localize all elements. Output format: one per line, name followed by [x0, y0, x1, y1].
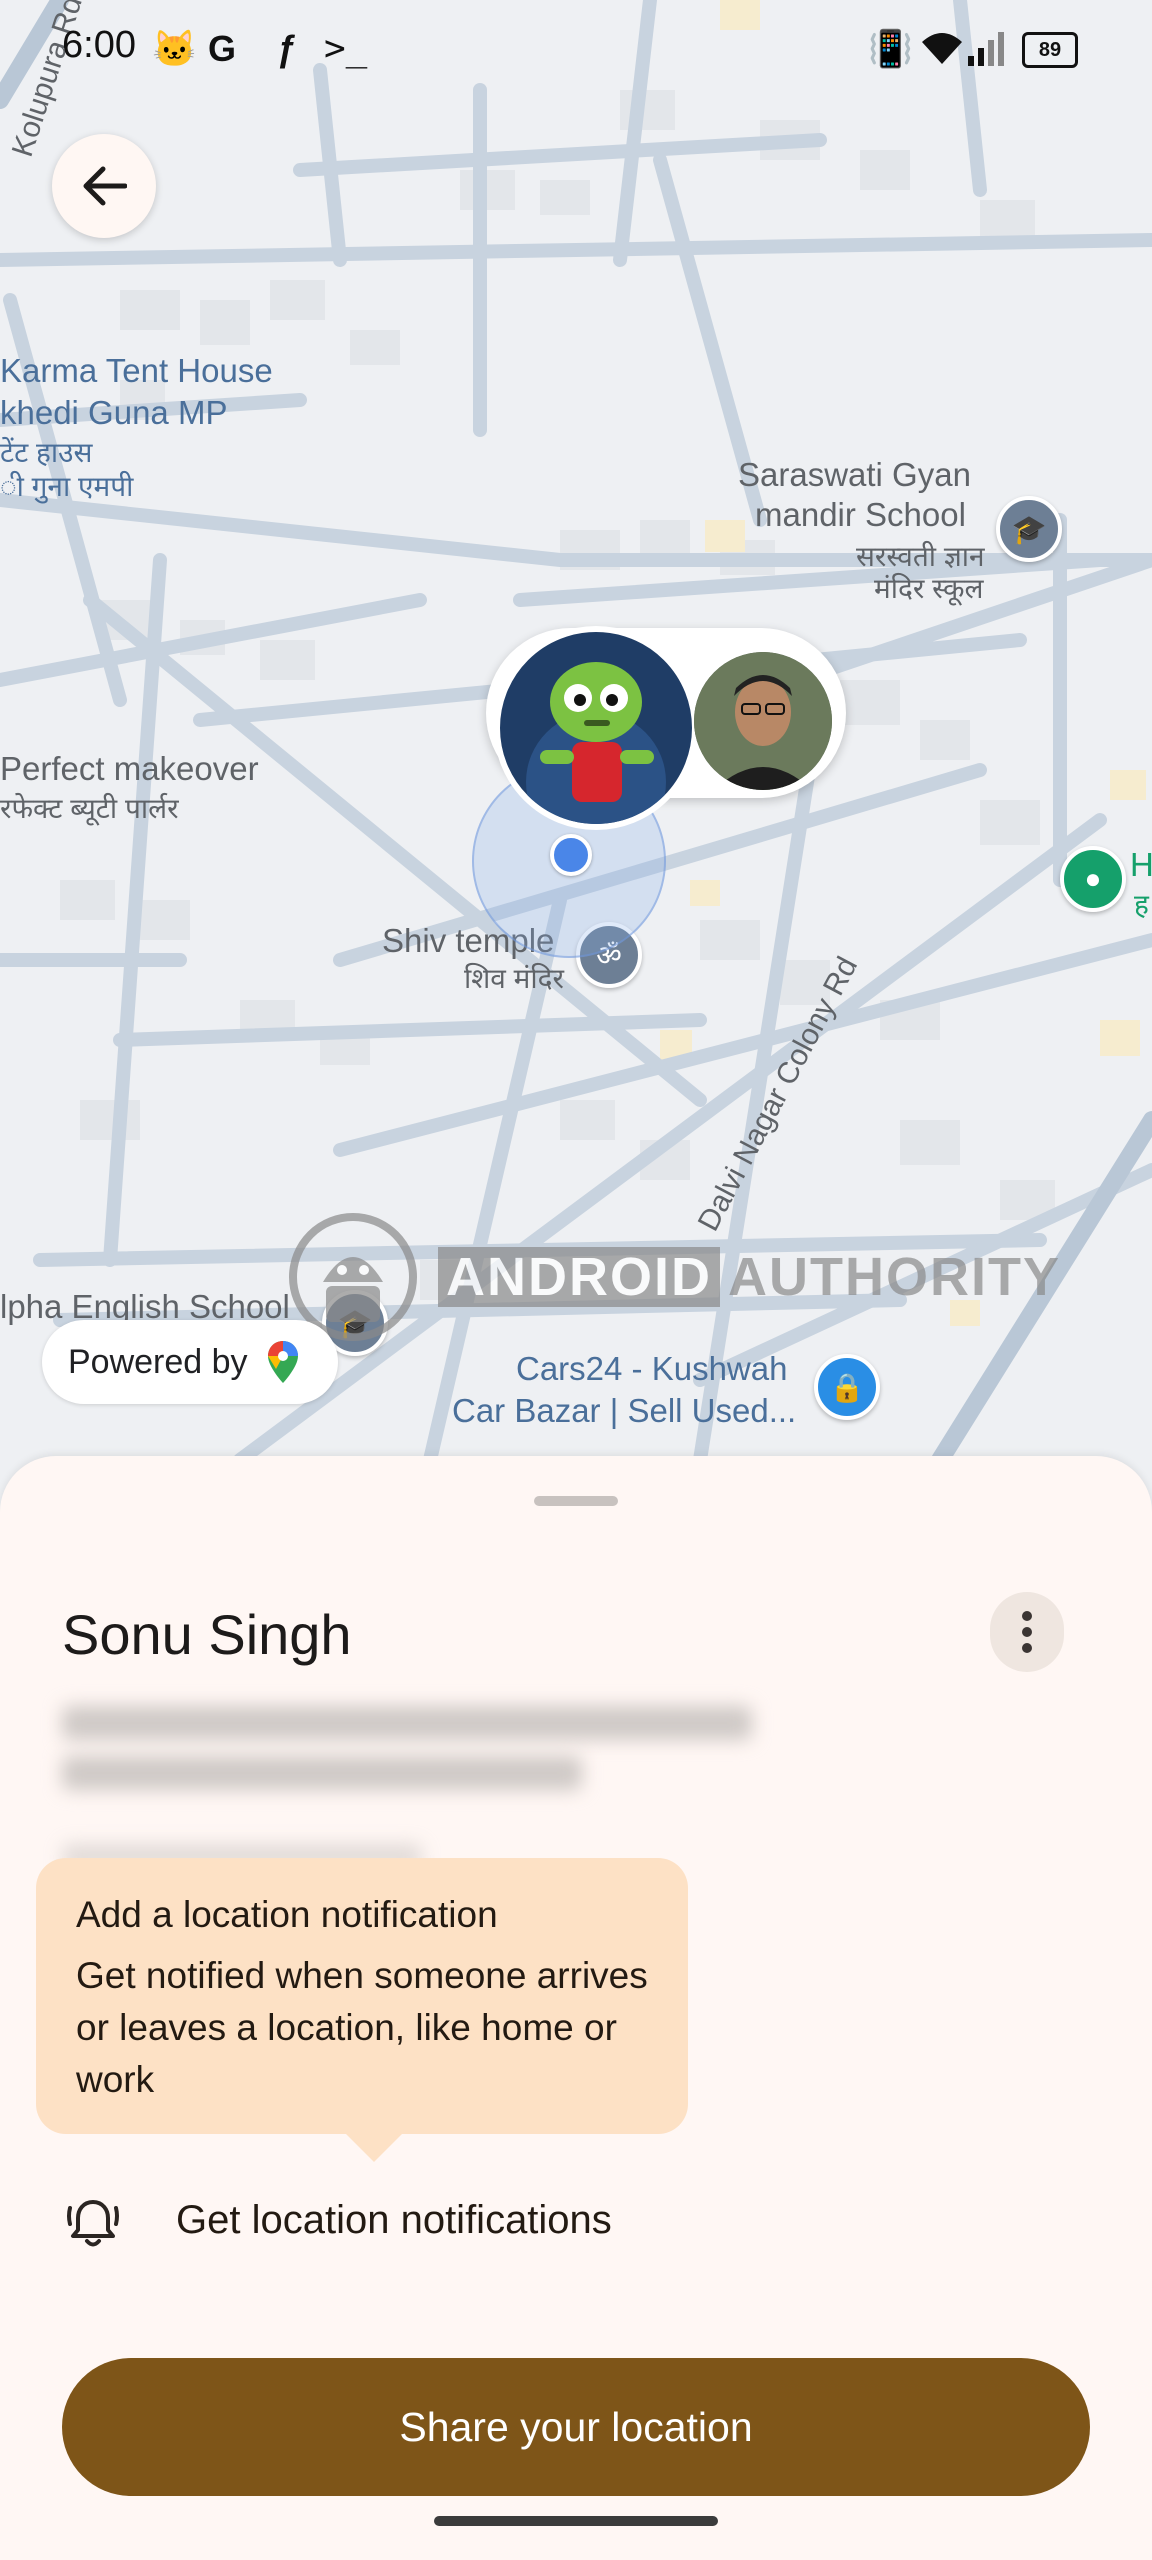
- poi-label-karma[interactable]: Karma Tent House: [0, 352, 273, 390]
- watermark-android-text: ANDROID: [438, 1247, 720, 1307]
- poi-label-saraswati-line2: mandir School: [755, 496, 966, 533]
- status-bar: 6:00 🐱 G ƒ >_ 📳 89: [0, 0, 1152, 100]
- poi-label-saraswati[interactable]: Saraswati Gyan: [738, 456, 971, 494]
- contact-name: Sonu Singh: [62, 1603, 352, 1666]
- terminal-icon: >_: [324, 28, 368, 69]
- vibrate-icon: 📳: [868, 28, 913, 69]
- wifi-icon: [922, 33, 962, 64]
- signal-icon: [968, 32, 1004, 66]
- back-button[interactable]: [52, 134, 156, 238]
- location-notification-tooltip[interactable]: Add a location notification Get notified…: [36, 1858, 688, 2162]
- location-notifications-row[interactable]: Get location notifications: [0, 2160, 1152, 2280]
- person-avatar-icon: [694, 652, 832, 790]
- current-location-dot[interactable]: [550, 834, 592, 876]
- drag-handle[interactable]: [534, 1496, 618, 1506]
- poi-label-edge: H: [1130, 846, 1152, 883]
- map-view[interactable]: Kolupura Rd Karma Tent House khedi Guna …: [0, 0, 1152, 1460]
- shopping-pin-icon[interactable]: 🔒: [814, 1354, 880, 1420]
- more-options-button[interactable]: [990, 1592, 1064, 1672]
- powered-by-badge: Powered by: [42, 1320, 338, 1404]
- powered-by-label: Powered by: [68, 1342, 248, 1381]
- tooltip-title: Add a location notification: [76, 1894, 498, 1935]
- redacted-address-line-1: [62, 1706, 752, 1740]
- more-vert-icon: [1022, 1611, 1032, 1653]
- school-pin-icon[interactable]: 🎓: [996, 496, 1062, 562]
- google-icon: G: [208, 28, 237, 69]
- feather-icon: ƒ: [276, 28, 297, 69]
- redacted-address-line-2: [62, 1756, 582, 1790]
- status-time: 6:00: [62, 24, 136, 66]
- zombie-avatar[interactable]: [494, 626, 698, 830]
- green-place-pin-icon[interactable]: ●: [1060, 846, 1126, 912]
- share-location-button[interactable]: Share your location: [62, 2358, 1090, 2496]
- gesture-nav-bar[interactable]: [434, 2516, 718, 2526]
- bell-ringing-icon: [67, 2200, 119, 2247]
- poi-label-karma-hindi: टेंट हाउस: [0, 437, 93, 468]
- poi-label-perfect-hindi: रफेक्ट ब्यूटी पार्लर: [0, 793, 179, 824]
- poi-label-perfect-makeover[interactable]: Perfect makeover: [0, 750, 259, 788]
- poi-label-edge-hindi: ह: [1134, 889, 1149, 920]
- zombie-avatar-icon: [526, 662, 666, 824]
- poi-label-cars24-line2: Car Bazar | Sell Used...: [452, 1392, 797, 1429]
- notifications-label: Get location notifications: [176, 2198, 612, 2242]
- tooltip-body: Get notified when someone arrives or lea…: [76, 1955, 648, 2100]
- arrow-back-icon: [83, 166, 127, 206]
- android-authority-watermark: ANDROID AUTHORITY: [288, 1212, 1059, 1342]
- google-maps-icon: [267, 1341, 298, 1383]
- poi-label-karma-hindi-2: ी गुना एमपी: [0, 471, 134, 502]
- battery-indicator: 89: [1022, 32, 1078, 68]
- poi-label-shiv-hindi: शिव मंदिर: [464, 963, 564, 994]
- watermark-authority-text: AUTHORITY: [728, 1247, 1061, 1307]
- cat-icon: 🐱: [152, 28, 197, 69]
- poi-label-karma-line2: khedi Guna MP: [0, 394, 228, 431]
- poi-label-cars24[interactable]: Cars24 - Kushwah: [516, 1350, 787, 1388]
- contact-photo-avatar[interactable]: [694, 652, 832, 790]
- poi-label-saraswati-hindi-2: मंदिर स्कूल: [874, 573, 984, 604]
